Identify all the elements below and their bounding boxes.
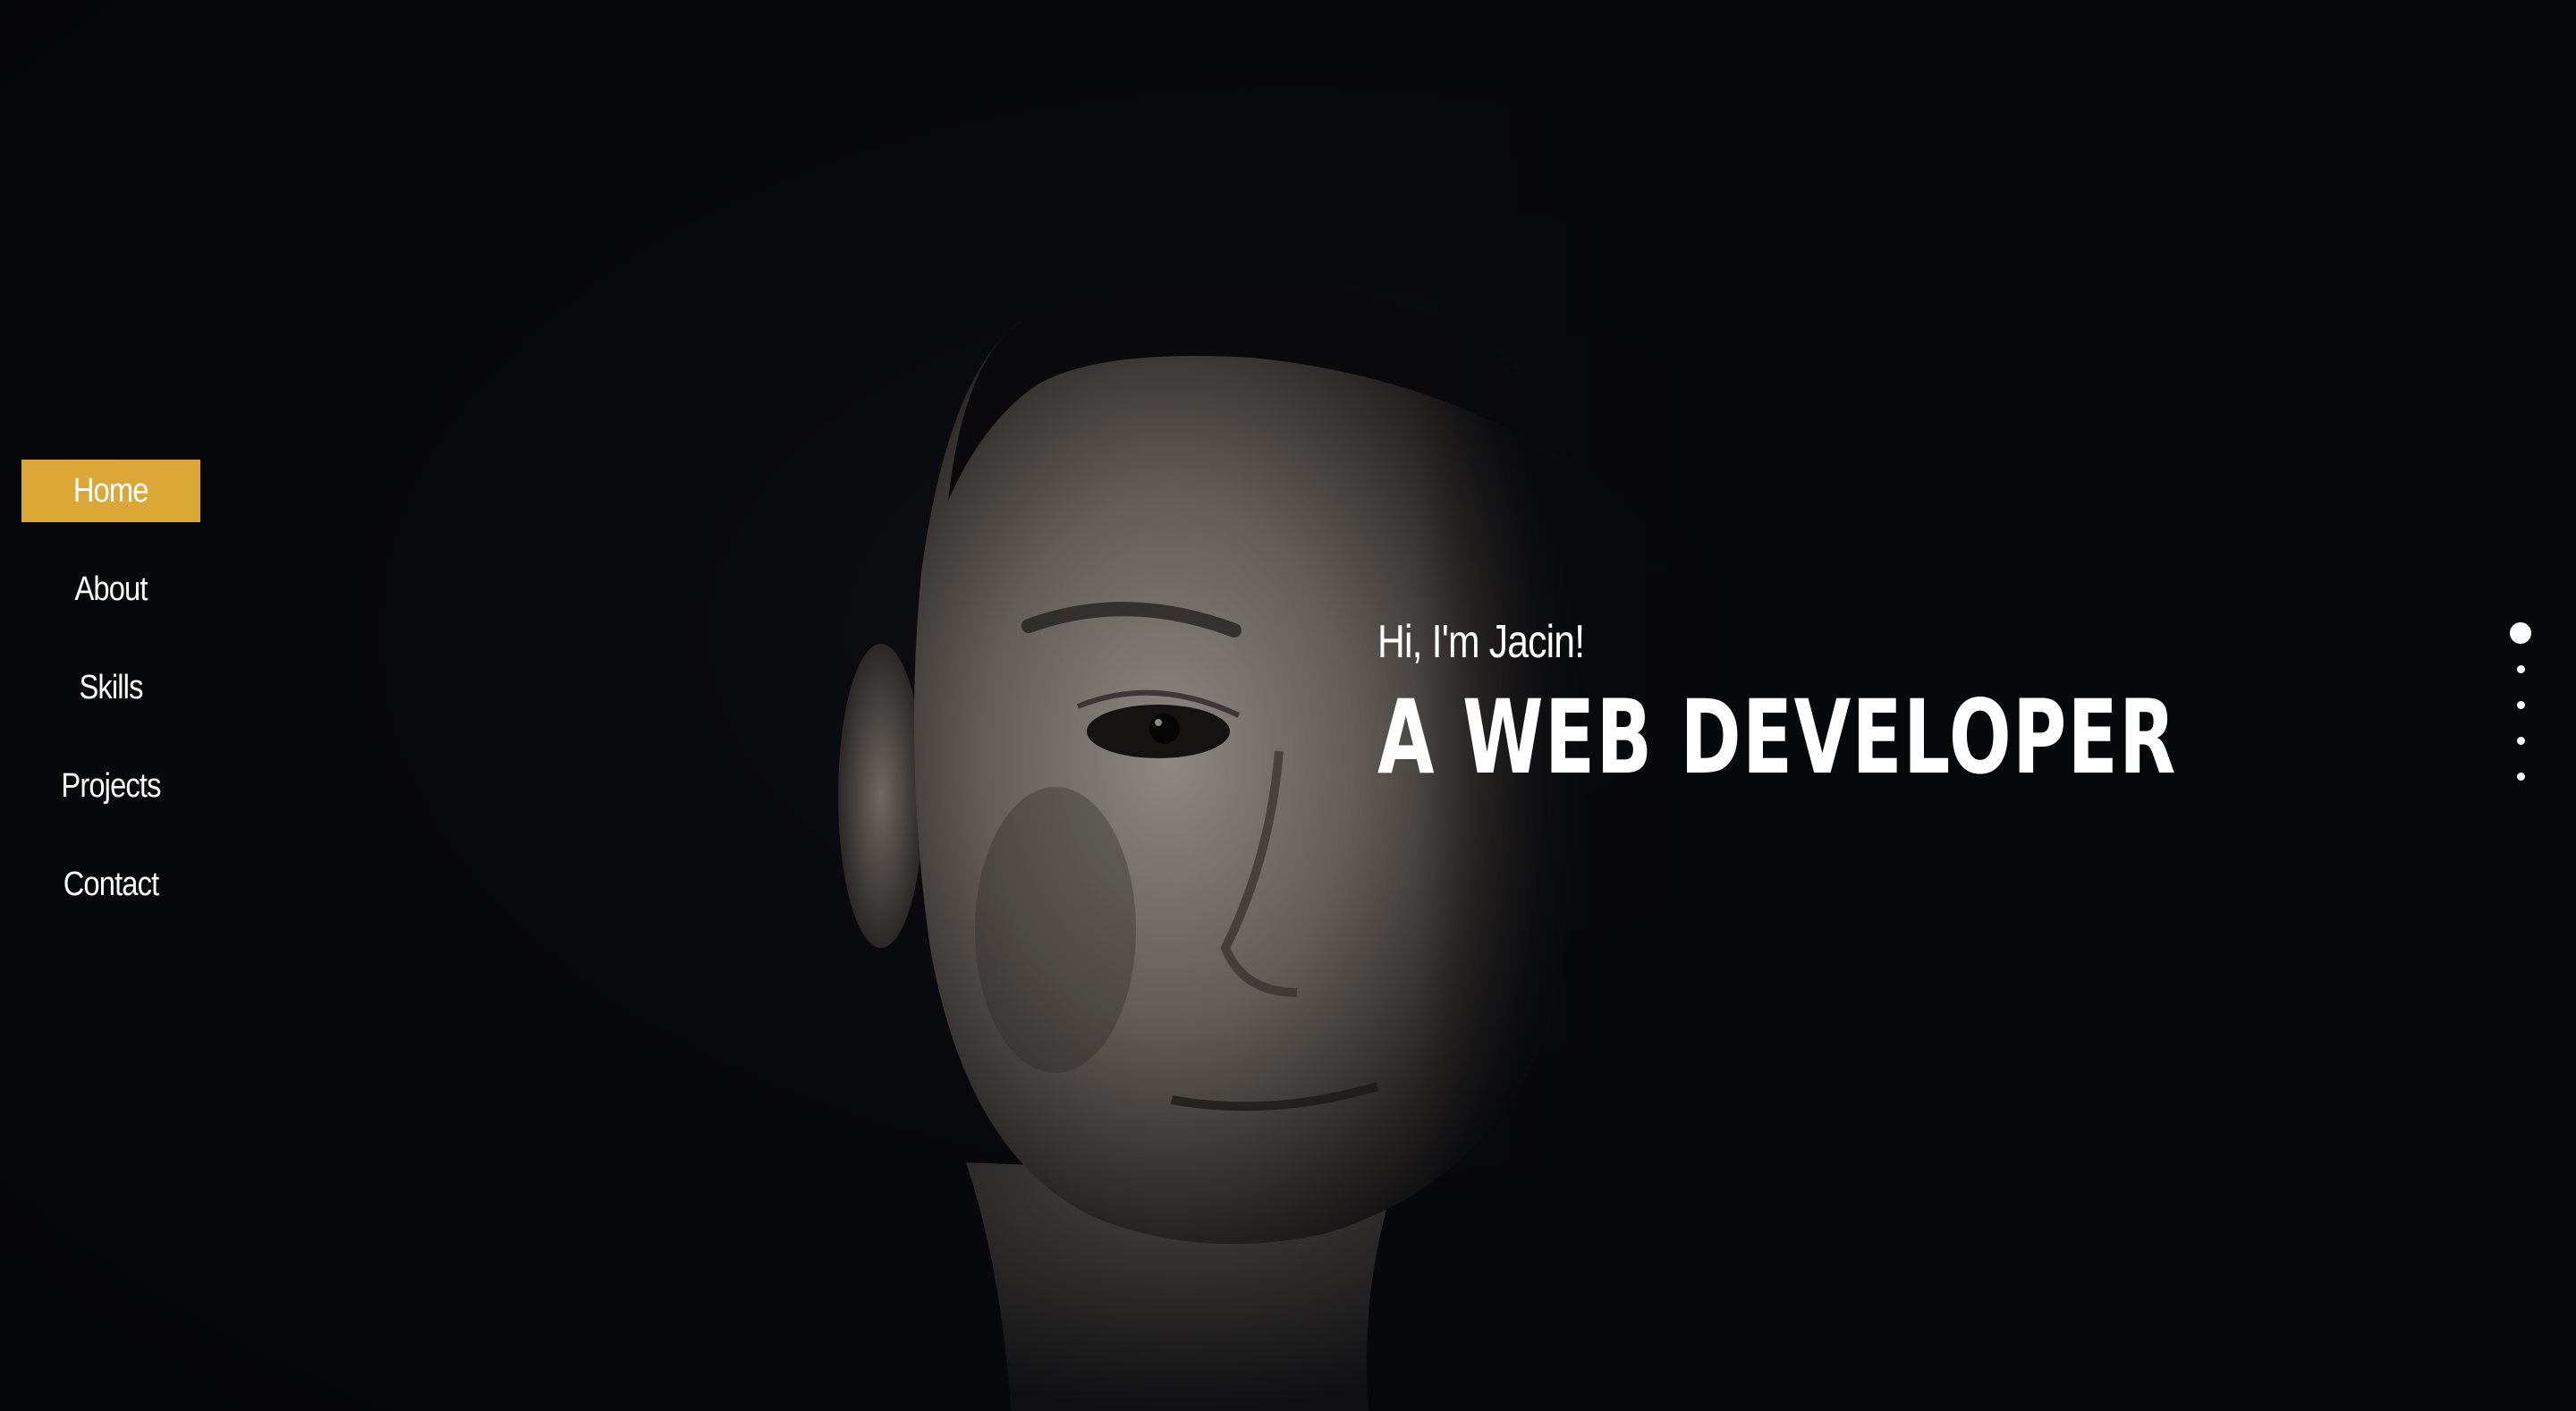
nav-item-home[interactable]: Home <box>21 460 200 522</box>
nav-item-skills[interactable]: Skills <box>34 656 188 719</box>
nav-item-label: Home <box>73 471 149 510</box>
hero-section: Home About Skills Projects Contact Hi, I… <box>0 0 2576 1411</box>
hero-text: Hi, I'm Jacin! A WEB DEVELOPER <box>1377 610 2487 794</box>
section-dot-5[interactable] <box>2516 773 2525 781</box>
section-dot-4[interactable] <box>2516 737 2525 745</box>
nav-item-label: Projects <box>61 766 161 805</box>
nav-item-contact[interactable]: Contact <box>34 853 188 916</box>
nav-item-label: Contact <box>63 865 159 903</box>
nav-item-projects[interactable]: Projects <box>34 755 188 817</box>
nav-item-label: About <box>74 570 148 608</box>
nav-item-about[interactable]: About <box>34 558 188 621</box>
side-nav: Home About Skills Projects Contact <box>21 460 200 951</box>
section-dot-2[interactable] <box>2516 665 2525 673</box>
hero-headline: A WEB DEVELOPER <box>1377 678 2177 797</box>
section-dots <box>2504 622 2537 808</box>
section-dot-1[interactable] <box>2510 622 2531 644</box>
hero-greeting: Hi, I'm Jacin! <box>1377 616 1585 668</box>
section-dot-3[interactable] <box>2516 701 2525 709</box>
nav-item-label: Skills <box>79 668 143 706</box>
